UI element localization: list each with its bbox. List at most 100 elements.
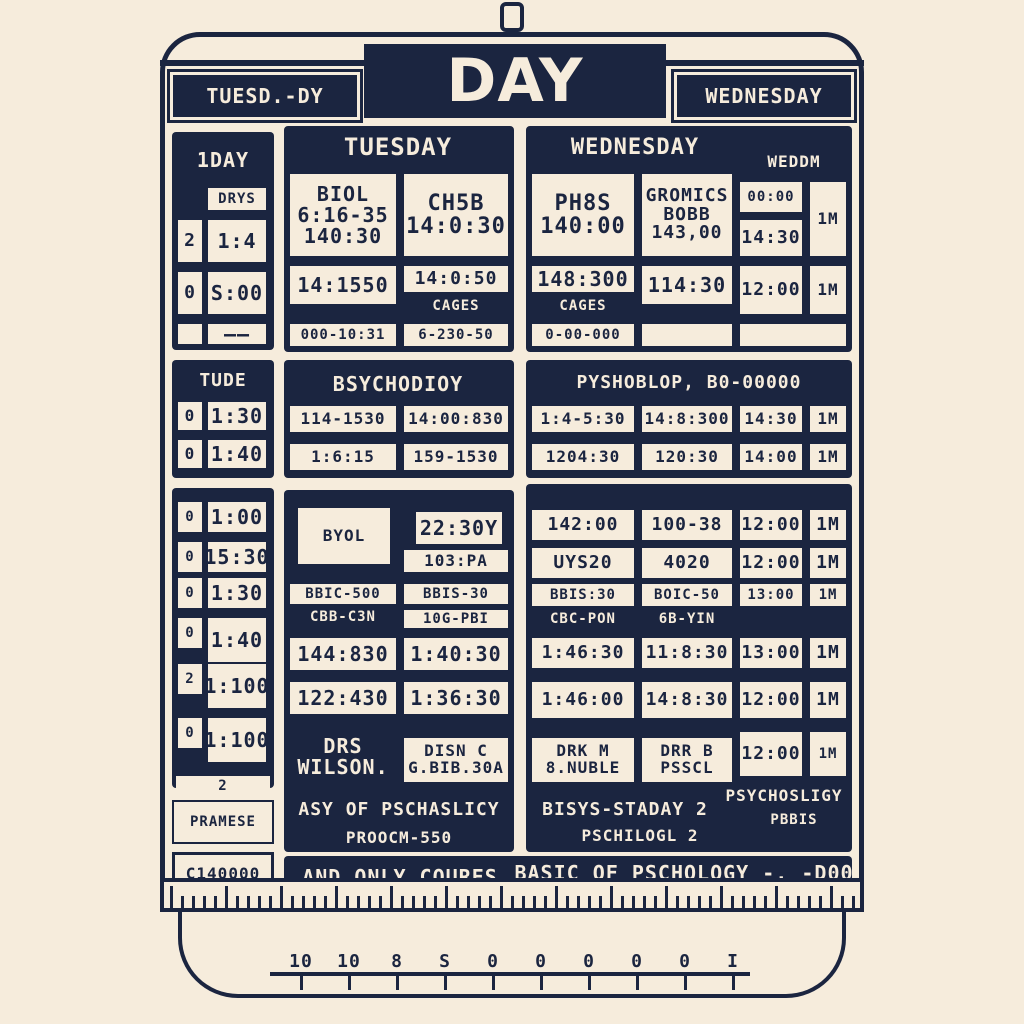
ruler-tick xyxy=(291,896,294,908)
tuesday-time[interactable]: 1:40:30 xyxy=(402,636,510,672)
wednesday-time[interactable]: BBIS:30 xyxy=(530,582,636,608)
wednesday-time[interactable]: UYS20 xyxy=(530,546,636,580)
left-row-time[interactable]: 1:30 xyxy=(206,400,268,432)
left-row-time[interactable]: 15:30 xyxy=(204,540,269,574)
wednesday-time[interactable]: 142:00 xyxy=(530,508,636,542)
wednesday-time[interactable]: 12:00 xyxy=(738,680,804,720)
tuesday-time[interactable]: 14:0:50 xyxy=(402,264,510,294)
left-row-time[interactable]: 1:100 xyxy=(204,662,269,710)
tuesday-time[interactable]: 1:6:15 xyxy=(288,442,398,472)
tuesday-time[interactable]: 144:830 xyxy=(288,636,398,672)
tuesday-time[interactable]: 14:1550 xyxy=(288,264,398,306)
ruler-tick xyxy=(863,896,864,908)
ruler-tick xyxy=(423,896,426,908)
wednesday-time[interactable]: 00:00 xyxy=(738,180,804,214)
ruler-tick xyxy=(247,896,250,908)
wednesday-time[interactable]: 14:30 xyxy=(738,218,804,258)
wednesday-time[interactable]: 14:8:30 xyxy=(640,680,734,720)
tab-wednesday[interactable]: WEDNESDAY xyxy=(671,69,857,123)
tuesday-section2-title: BSYCHODIOY xyxy=(332,371,464,396)
wednesday-time[interactable]: 114:30 xyxy=(640,264,734,306)
left-row-time[interactable]: 1:40 xyxy=(206,616,268,664)
tuesday-time[interactable]: 159-1530 xyxy=(402,442,510,472)
wednesday-time[interactable]: 12:00 xyxy=(738,730,804,778)
wednesday-time[interactable]: BOIC-50 xyxy=(640,582,734,608)
wednesday-time[interactable]: 1204:30 xyxy=(530,442,636,472)
wednesday-time[interactable]: 1:46:00 xyxy=(530,680,636,720)
tuesday-code: 10G-PBI xyxy=(402,608,510,630)
dial-tick xyxy=(396,976,399,990)
tuesday-card-chem[interactable]: CH5B 14:0:30 xyxy=(402,172,510,258)
wednesday-marker: 1M xyxy=(808,636,848,670)
dial-tick xyxy=(492,976,495,990)
ruler-tick xyxy=(302,896,305,908)
left-row-time[interactable]: 1:30 xyxy=(206,576,268,610)
wednesday-title: WEDNESDAY xyxy=(570,135,700,161)
dial-label: 0 xyxy=(487,950,499,972)
left-row-time[interactable]: 1:00 xyxy=(206,500,268,534)
wednesday-time[interactable]: 11:8:30 xyxy=(640,636,734,670)
wednesday-time[interactable]: 100-38 xyxy=(640,508,734,542)
wednesday-time[interactable]: 14:8:300 xyxy=(640,404,734,434)
left-sub-label: DRYS xyxy=(206,186,268,212)
wednesday-time[interactable]: 1:4-5:30 xyxy=(530,404,636,434)
ruler-tick xyxy=(280,886,283,908)
wednesday-time[interactable]: CBC-PON xyxy=(530,608,636,630)
tuesday-card-biol[interactable]: BIOL 6:16-35 140:30 xyxy=(288,172,398,258)
wednesday-time[interactable]: 1:46:30 xyxy=(530,636,636,670)
dial-label: 10 xyxy=(289,950,313,972)
wednesday-time[interactable]: 4020 xyxy=(640,546,734,580)
wednesday-time[interactable]: 12:00 xyxy=(738,546,804,580)
tab-tuesday[interactable]: TUESD.-DY xyxy=(167,69,363,123)
wednesday-time[interactable]: 148:300 xyxy=(530,264,636,294)
dial-tick xyxy=(348,976,351,990)
left-row-time[interactable]: 1:4 xyxy=(206,218,268,264)
wednesday-time[interactable]: 14:00 xyxy=(738,442,804,472)
wednesday-card-genomics[interactable]: GROMICS BOBB 143,00 xyxy=(640,172,734,258)
wednesday-time[interactable]: 120:30 xyxy=(640,442,734,472)
dial-tick xyxy=(684,976,687,990)
wednesday-marker: 1M xyxy=(808,508,848,542)
dial-tick xyxy=(588,976,591,990)
wednesday-card-phys[interactable]: PH8S 140:00 xyxy=(530,172,636,258)
left-row-time[interactable]: 1:40 xyxy=(206,438,268,470)
wednesday-time[interactable]: 12:00 xyxy=(738,508,804,542)
ruler-tick xyxy=(203,896,206,908)
tuesday-time[interactable]: 114-1530 xyxy=(288,404,398,434)
tuesday-time[interactable]: 1:36:30 xyxy=(402,680,510,716)
wednesday-time[interactable]: 12:00 xyxy=(738,264,804,316)
ruler-tick xyxy=(709,896,712,908)
tuesday-time[interactable]: 14:00:830 xyxy=(402,404,510,434)
wednesday-time[interactable]: 14:30 xyxy=(738,404,804,434)
wednesday-cages-label: CAGES xyxy=(559,297,607,314)
ruler-tick xyxy=(830,886,833,908)
wednesday-marker: 1M xyxy=(808,404,848,434)
ruler-tick xyxy=(500,886,503,908)
tuesday-time[interactable]: 22:30Y xyxy=(414,510,504,546)
wednesday-time[interactable]: 13:00 xyxy=(738,582,804,608)
ruler-tick xyxy=(621,896,624,908)
wednesday-course-code: PSCHILOGL 2 xyxy=(581,825,699,845)
dial-label: 0 xyxy=(535,950,547,972)
wednesday-time[interactable]: 13:00 xyxy=(738,636,804,670)
ruler-tick xyxy=(368,896,371,908)
tuesday-title: TUESDAY xyxy=(343,133,453,162)
ruler-tick xyxy=(489,896,492,908)
tuesday-card-biol[interactable]: BYOL xyxy=(296,506,392,566)
wednesday-time[interactable]: 6B-YIN xyxy=(640,608,734,630)
wednesday-course: PSYCHOSLIGY xyxy=(725,785,843,805)
wednesday-marker: 1M xyxy=(808,546,848,580)
ruler-tick xyxy=(819,896,822,908)
ruler-tick xyxy=(511,896,514,908)
tuesday-time[interactable]: 122:430 xyxy=(288,680,398,716)
left-row-time[interactable]: —— xyxy=(206,322,268,346)
ruler-tick xyxy=(643,896,646,908)
left-row-mark: 0 xyxy=(176,576,204,610)
left-row-time[interactable]: S:00 xyxy=(206,270,268,316)
left-row-mark: 2 xyxy=(176,662,204,696)
left-row-time[interactable]: 1:100 xyxy=(204,716,269,764)
ruler-tick xyxy=(599,896,602,908)
ruler-tick xyxy=(434,896,437,908)
tuesday-professor: DRS WILSON. xyxy=(297,734,389,779)
tuesday-professor: DISN C G.BIB.30A xyxy=(402,736,510,784)
